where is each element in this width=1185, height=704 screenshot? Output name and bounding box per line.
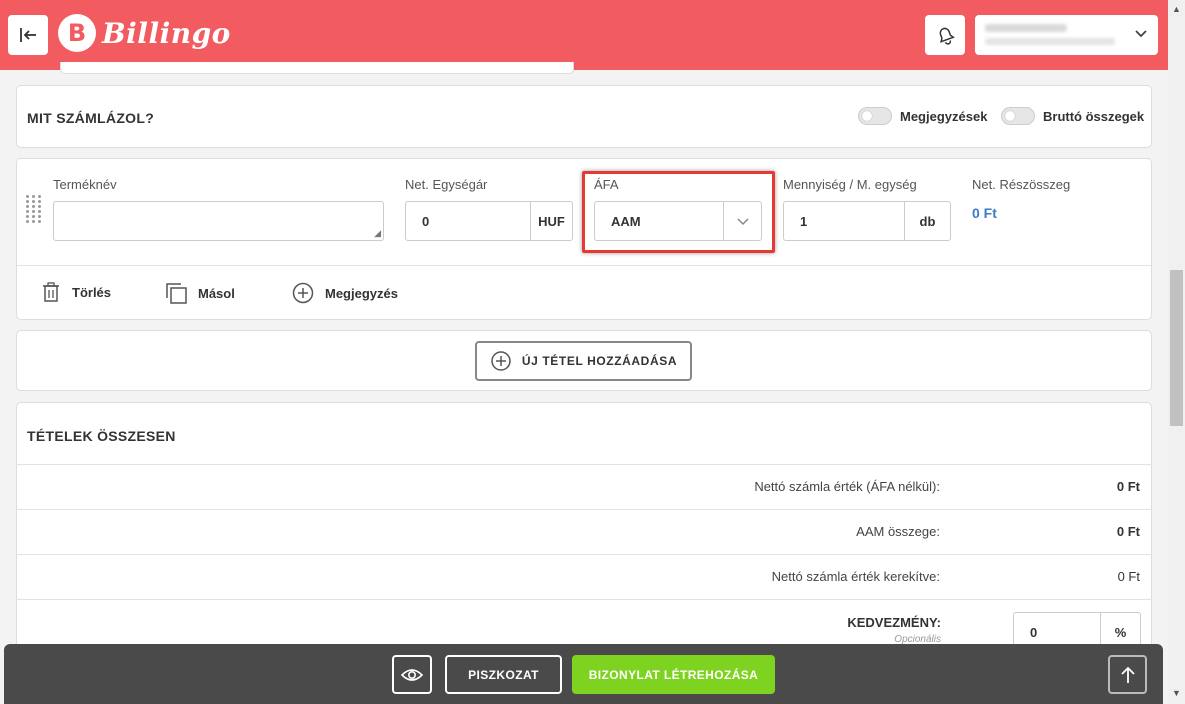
unit-price-value: 0 bbox=[422, 213, 430, 229]
eye-icon bbox=[400, 668, 424, 681]
scroll-up-arrow-icon[interactable]: ▲ bbox=[1172, 4, 1181, 14]
vat-selected-value: AAM bbox=[611, 213, 641, 229]
add-note-button[interactable]: Megjegyzés bbox=[291, 281, 398, 305]
add-item-button[interactable]: ÚJ TÉTEL HOZZÁADÁSA bbox=[475, 341, 692, 381]
user-menu[interactable] bbox=[975, 15, 1158, 55]
resize-handle-icon[interactable]: ◢ bbox=[374, 228, 381, 239]
logo-text: Billingo bbox=[102, 16, 231, 50]
net-total-value: 0 Ft bbox=[1116, 479, 1140, 494]
user-email-redacted bbox=[985, 38, 1115, 45]
gross-amounts-toggle[interactable]: Bruttó összegek bbox=[1001, 107, 1144, 125]
vat-amount-value: 0 Ft bbox=[1116, 524, 1140, 539]
discount-row: KEDVEZMÉNY: Opcionális bbox=[16, 599, 1152, 649]
product-name-label: Terméknév bbox=[53, 177, 117, 192]
drag-handle-icon[interactable] bbox=[26, 195, 42, 223]
create-document-button[interactable]: BIZONYLAT LÉTREHOZÁSA bbox=[572, 655, 775, 694]
add-item-label: ÚJ TÉTEL HOZZÁADÁSA bbox=[521, 354, 678, 368]
quantity-value: 1 bbox=[800, 213, 808, 229]
logo-mark: B bbox=[58, 14, 96, 52]
unit-price-label: Net. Egységár bbox=[405, 177, 488, 192]
previous-card-fragment bbox=[60, 62, 574, 74]
rounded-net-label: Nettó számla érték kerekítve: bbox=[771, 569, 940, 584]
chevron-down-icon bbox=[736, 218, 749, 226]
totals-row: AAM összege: 0 Ft bbox=[16, 509, 1152, 554]
toggle-switch[interactable] bbox=[1001, 107, 1035, 125]
quantity-unit: db bbox=[904, 202, 950, 240]
scroll-top-button[interactable] bbox=[1108, 655, 1147, 694]
delete-label: Törlés bbox=[72, 284, 112, 300]
bell-icon bbox=[939, 27, 955, 45]
totals-title: TÉTELEK ÖSSZESEN bbox=[27, 428, 176, 444]
quantity-label: Mennyiség / M. egység bbox=[783, 177, 917, 192]
scrollbar-thumb[interactable] bbox=[1170, 270, 1183, 426]
discount-value: 0 bbox=[1030, 624, 1038, 640]
toggle-label: Bruttó összegek bbox=[1043, 108, 1145, 124]
subtotal-value: 0 Ft bbox=[972, 205, 997, 221]
rounded-net-value: 0 Ft bbox=[1117, 569, 1140, 584]
totals-row: Nettó számla érték (ÁFA nélkül): 0 Ft bbox=[16, 464, 1152, 509]
vat-amount-label: AAM összege: bbox=[856, 524, 940, 539]
app-header: B Billingo bbox=[0, 0, 1168, 70]
collapse-sidebar-button[interactable] bbox=[8, 15, 48, 55]
discount-label: KEDVEZMÉNY: bbox=[847, 615, 941, 630]
totals-row: Nettó számla érték kerekítve: 0 Ft bbox=[16, 554, 1152, 599]
item-divider bbox=[17, 265, 1151, 266]
plus-circle-icon bbox=[490, 350, 512, 372]
delete-item-button[interactable]: Törlés bbox=[40, 281, 111, 303]
section-title: MIT SZÁMLÁZOL? bbox=[27, 110, 155, 126]
draft-button[interactable]: PISZKOZAT bbox=[445, 655, 562, 694]
copy-item-button[interactable]: Másol bbox=[164, 281, 235, 305]
trash-icon bbox=[40, 281, 62, 303]
toggle-switch[interactable] bbox=[858, 107, 892, 125]
plus-circle-icon bbox=[291, 281, 315, 305]
bottom-action-bar: PISZKOZAT BIZONYLAT LÉTREHOZÁSA bbox=[4, 644, 1163, 704]
notes-toggle[interactable]: Megjegyzések bbox=[858, 107, 987, 125]
quantity-input[interactable]: 1 db bbox=[783, 201, 951, 241]
vat-select[interactable]: AAM bbox=[594, 201, 762, 241]
collapse-left-icon bbox=[20, 28, 36, 42]
copy-label: Másol bbox=[198, 285, 235, 301]
product-name-input[interactable]: ◢ bbox=[53, 201, 384, 241]
unit-price-input[interactable]: 0 HUF bbox=[405, 201, 573, 241]
net-total-label: Nettó számla érték (ÁFA nélkül): bbox=[754, 479, 940, 494]
currency-unit: HUF bbox=[530, 202, 572, 240]
chevron-down-icon bbox=[1134, 26, 1148, 43]
notifications-button[interactable] bbox=[925, 15, 965, 55]
scroll-down-arrow-icon[interactable]: ▼ bbox=[1172, 688, 1181, 698]
user-name-redacted bbox=[985, 24, 1067, 32]
billingo-logo[interactable]: B Billingo bbox=[58, 14, 231, 52]
arrow-up-icon bbox=[1120, 666, 1135, 683]
add-note-label: Megjegyzés bbox=[325, 285, 398, 301]
subtotal-label: Net. Részösszeg bbox=[972, 177, 1071, 192]
preview-button[interactable] bbox=[392, 655, 432, 694]
vat-dropdown-toggle[interactable] bbox=[723, 202, 761, 240]
copy-icon bbox=[164, 281, 188, 305]
toggle-label: Megjegyzések bbox=[900, 108, 988, 124]
